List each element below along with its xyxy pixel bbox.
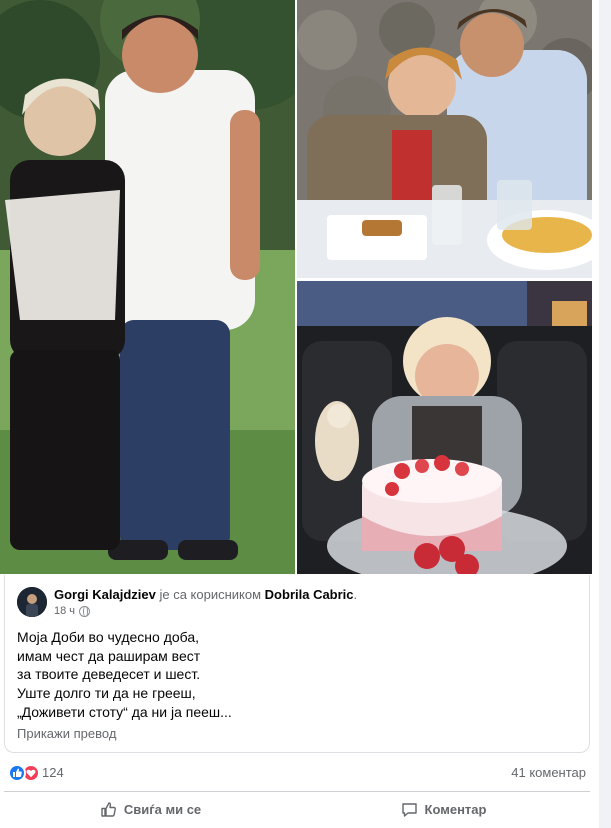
post-header: Gorgi Kalajdziev је са корисником Dobril…: [54, 587, 357, 603]
post-text-line: за твоите деведесет и шест.: [17, 666, 201, 683]
like-label: Свиѓа ми се: [123, 801, 202, 817]
see-translation-link[interactable]: Прикажи превод: [17, 726, 116, 741]
post-text: Моја Доби во чудесно доба, имам чест да …: [17, 628, 232, 722]
reaction-icons[interactable]: [8, 764, 42, 782]
post-text-line: „Доживети стоту“ да ни ја пееш...: [17, 703, 232, 720]
photo-grid: [0, 0, 592, 574]
action-bar: Свиѓа ми се Коментар: [4, 794, 590, 824]
post-text-line: Уште долго ти да не грееш,: [17, 685, 196, 702]
globe-icon: [79, 605, 91, 617]
post-text-line: Моја Доби во чудесно доба,: [17, 629, 200, 645]
post-card: Gorgi Kalajdziev је са корисником Dobril…: [4, 575, 590, 753]
avatar[interactable]: [17, 587, 47, 617]
like-button[interactable]: Свиѓа ми се: [4, 794, 297, 824]
like-icon: [8, 764, 26, 782]
with-text: је са корисником: [155, 587, 265, 602]
comment-button[interactable]: Коментар: [297, 794, 590, 824]
page-scrollbar[interactable]: [599, 0, 611, 828]
post-time[interactable]: 18 ч: [54, 605, 75, 617]
photo-woman-cake[interactable]: [297, 281, 592, 574]
author-name[interactable]: Gorgi Kalajdziev: [54, 587, 156, 602]
comment-count[interactable]: 41 коментар: [511, 765, 586, 780]
thumbs-up-icon: [101, 801, 116, 817]
action-divider: [4, 791, 590, 792]
tagged-user[interactable]: Dobrila Cabric: [265, 587, 354, 602]
header-end-punct: .: [353, 587, 358, 602]
comment-label: Коментар: [424, 801, 487, 817]
comment-icon: [401, 802, 417, 817]
reactions-bar: 124 41 коментар: [4, 760, 590, 786]
post-text-line: имам чест да раширам вест: [17, 647, 201, 664]
photo-couple-outdoors[interactable]: [0, 0, 295, 574]
photo-couple-dinner[interactable]: [297, 0, 592, 278]
post-meta: 18 ч: [54, 605, 91, 617]
reaction-count[interactable]: 124: [42, 765, 64, 780]
